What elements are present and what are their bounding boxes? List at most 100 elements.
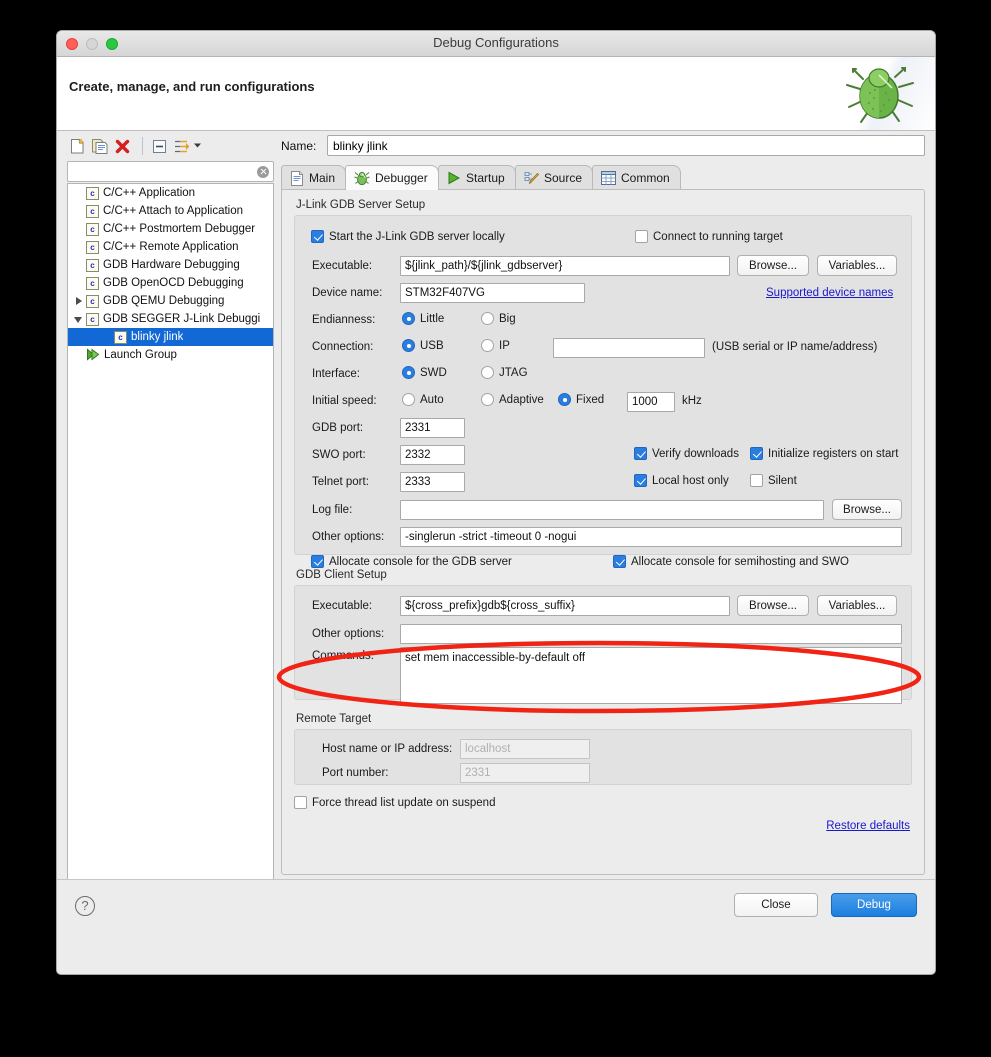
initial-speed-label: Initial speed: bbox=[312, 395, 377, 407]
tree-expander-icon[interactable] bbox=[72, 310, 86, 328]
speed-unit-label: kHz bbox=[682, 395, 702, 407]
client-executable-browse-button[interactable]: Browse... bbox=[737, 595, 809, 616]
group-box: Start the J-Link GDB server locally Conn… bbox=[294, 215, 912, 568]
tab-source[interactable]: Source bbox=[515, 165, 594, 190]
tree-item[interactable]: Launch Group bbox=[68, 346, 273, 364]
tree-item[interactable]: c C/C++ Attach to Application bbox=[68, 202, 273, 220]
jlink-gdb-server-setup-group: J-Link GDB Server Setup Start the J-Link… bbox=[294, 199, 912, 568]
server-other-options-label: Other options: bbox=[312, 531, 385, 543]
collapse-all-icon[interactable] bbox=[151, 138, 168, 155]
speed-fixed-radio[interactable]: Fixed bbox=[558, 393, 604, 406]
tree-item[interactable]: c GDB SEGGER J-Link Debuggi bbox=[68, 310, 273, 328]
delete-configuration-icon[interactable] bbox=[114, 138, 131, 155]
start-gdb-server-locally-checkbox[interactable]: Start the J-Link GDB server locally bbox=[311, 230, 505, 243]
server-executable-input[interactable] bbox=[400, 256, 730, 276]
server-executable-browse-button[interactable]: Browse... bbox=[737, 255, 809, 276]
remote-target-group: Remote Target Host name or IP address: P… bbox=[294, 713, 912, 785]
log-file-input[interactable] bbox=[400, 500, 824, 520]
supported-device-names-link[interactable]: Supported device names bbox=[766, 287, 893, 299]
debug-button[interactable]: Debug bbox=[831, 893, 917, 917]
tree-item[interactable]: c blinky jlink bbox=[68, 328, 273, 346]
configurations-tree[interactable]: c C/C++ Application c C/C++ Attach to Appli… bbox=[67, 183, 274, 907]
interface-swd-radio[interactable]: SWD bbox=[402, 366, 447, 379]
filter-icon[interactable] bbox=[173, 138, 191, 155]
configurations-panel: c C/C++ Application c C/C++ Attach to Appli… bbox=[67, 135, 274, 907]
gdb-port-input[interactable] bbox=[400, 418, 465, 438]
connection-address-input[interactable] bbox=[553, 338, 705, 358]
tree-item[interactable]: c GDB OpenOCD Debugging bbox=[68, 274, 273, 292]
device-name-input[interactable] bbox=[400, 283, 585, 303]
endianness-big-radio[interactable]: Big bbox=[481, 312, 516, 325]
checkbox-indicator bbox=[311, 555, 324, 568]
name-input[interactable] bbox=[327, 135, 925, 156]
checkbox-indicator bbox=[294, 796, 307, 809]
radio-label: Fixed bbox=[576, 393, 605, 406]
force-thread-list-update-checkbox[interactable]: Force thread list update on suspend bbox=[294, 796, 495, 809]
checkbox-label: Verify downloads bbox=[652, 447, 739, 460]
tree-item[interactable]: c GDB QEMU Debugging bbox=[68, 292, 273, 310]
checkbox-label: Silent bbox=[768, 474, 797, 487]
radio-label: IP bbox=[499, 339, 510, 352]
filter-input[interactable] bbox=[73, 164, 248, 179]
swo-port-input[interactable] bbox=[400, 445, 465, 465]
endianness-little-radio[interactable]: Little bbox=[402, 312, 444, 325]
tab-label: Common bbox=[621, 171, 670, 185]
tree-item[interactable]: c GDB Hardware Debugging bbox=[68, 256, 273, 274]
verify-downloads-checkbox[interactable]: Verify downloads bbox=[634, 447, 739, 460]
restore-defaults-link[interactable]: Restore defaults bbox=[826, 820, 910, 832]
interface-jtag-radio[interactable]: JTAG bbox=[481, 366, 528, 379]
connect-to-running-target-checkbox[interactable]: Connect to running target bbox=[635, 230, 783, 243]
checkbox-label: Local host only bbox=[652, 474, 729, 487]
tab-common[interactable]: Common bbox=[592, 165, 681, 190]
connection-ip-radio[interactable]: IP bbox=[481, 339, 510, 352]
tab-debugger[interactable]: Debugger bbox=[345, 165, 439, 190]
checkbox-indicator bbox=[634, 474, 647, 487]
filter-box[interactable] bbox=[67, 161, 274, 182]
play-icon bbox=[447, 171, 461, 185]
client-executable-variables-button[interactable]: Variables... bbox=[817, 595, 897, 616]
page-title: Create, manage, and run configurations bbox=[69, 79, 315, 94]
close-button[interactable]: Close bbox=[734, 893, 818, 917]
tab-label: Main bbox=[309, 171, 336, 185]
server-other-options-input[interactable] bbox=[400, 527, 902, 547]
clear-icon[interactable] bbox=[257, 166, 269, 178]
tree-item[interactable]: c C/C++ Application bbox=[68, 184, 273, 202]
radio-indicator bbox=[481, 339, 494, 352]
chevron-down-icon[interactable] bbox=[193, 142, 202, 149]
help-icon[interactable]: ? bbox=[75, 896, 95, 916]
dialog-content: c C/C++ Application c C/C++ Attach to Appli… bbox=[57, 131, 935, 935]
telnet-port-input[interactable] bbox=[400, 472, 465, 492]
duplicate-configuration-icon[interactable] bbox=[91, 138, 108, 155]
table-icon bbox=[601, 171, 616, 185]
host-name-input[interactable] bbox=[460, 739, 590, 759]
tree-expander-icon[interactable] bbox=[72, 292, 86, 310]
local-host-only-checkbox[interactable]: Local host only bbox=[634, 474, 729, 487]
radio-label: Auto bbox=[420, 393, 444, 406]
commands-textarea[interactable]: set mem inaccessible-by-default off bbox=[400, 647, 902, 704]
silent-checkbox[interactable]: Silent bbox=[750, 474, 797, 487]
port-number-input[interactable] bbox=[460, 763, 590, 783]
tab-startup[interactable]: Startup bbox=[438, 165, 516, 190]
debugger-tab-panel: J-Link GDB Server Setup Start the J-Link… bbox=[281, 189, 925, 875]
new-configuration-icon[interactable] bbox=[69, 138, 86, 155]
tab-main[interactable]: Main bbox=[281, 165, 347, 190]
allocate-console-semihosting-checkbox[interactable]: Allocate console for semihosting and SWO bbox=[613, 555, 849, 568]
tree-item-label: blinky jlink bbox=[131, 331, 184, 343]
radio-indicator bbox=[558, 393, 571, 406]
speed-adaptive-radio[interactable]: Adaptive bbox=[481, 393, 544, 406]
allocate-console-gdb-server-checkbox[interactable]: Allocate console for the GDB server bbox=[311, 555, 512, 568]
speed-auto-radio[interactable]: Auto bbox=[402, 393, 444, 406]
tree-item[interactable]: c C/C++ Postmortem Debugger bbox=[68, 220, 273, 238]
log-file-browse-button[interactable]: Browse... bbox=[832, 499, 902, 520]
client-executable-input[interactable] bbox=[400, 596, 730, 616]
client-other-options-input[interactable] bbox=[400, 624, 902, 644]
connection-usb-radio[interactable]: USB bbox=[402, 339, 444, 352]
tree-item[interactable]: c C/C++ Remote Application bbox=[68, 238, 273, 256]
server-executable-variables-button[interactable]: Variables... bbox=[817, 255, 897, 276]
telnet-port-label: Telnet port: bbox=[312, 476, 369, 488]
speed-value-input[interactable] bbox=[627, 392, 675, 412]
checkbox-indicator bbox=[311, 230, 324, 243]
initialize-registers-checkbox[interactable]: Initialize registers on start bbox=[750, 447, 898, 460]
